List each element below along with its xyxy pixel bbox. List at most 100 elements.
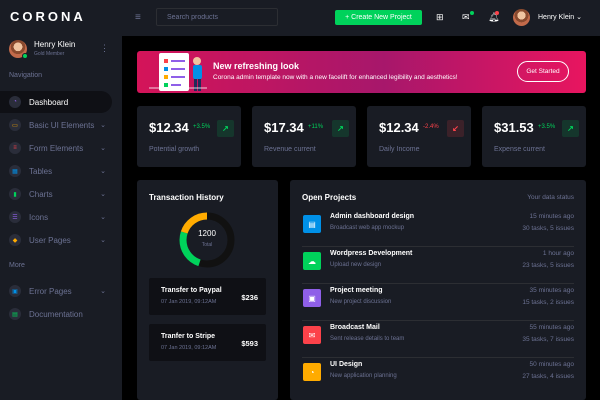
chevron-down-icon: ⌄ [100, 214, 106, 221]
stat-card: $17.34 +11% ↗ Revenue current [252, 106, 356, 167]
transaction-amount: $593 [241, 339, 258, 348]
notification-dot [495, 11, 499, 15]
transaction-item[interactable]: Tranfer to Stripe 07 Jan 2019, 09:12AM $… [149, 324, 266, 361]
transaction-date: 07 Jan 2019, 09:12AM [161, 299, 217, 305]
nav-heading: Navigation [9, 72, 43, 79]
stat-value: $31.53 [494, 120, 534, 135]
arrow-top-right-icon: ↗ [332, 120, 349, 137]
sidebar-item-label: Icons [29, 212, 49, 222]
topbar: ≡ + Create New Project ⊞ ✉ 🔔︎ Henry Klei… [122, 0, 600, 36]
stat-change: +3.5% [193, 124, 211, 130]
project-time: 15 minutes ago [529, 213, 574, 220]
sidebar-item-label: User Pages [29, 235, 71, 245]
contacts-icon: ☰ [9, 211, 21, 223]
card-title: Transaction History [149, 193, 224, 202]
project-row[interactable]: ▣ Project meeting New project discussion… [302, 285, 574, 321]
sidebar-item-form-elements[interactable]: ≡ Form Elements ⌄ [0, 137, 112, 159]
checklist-illustration-icon [149, 53, 207, 91]
project-name: Admin dashboard design [330, 213, 415, 220]
sidebar-item-charts[interactable]: ▮ Charts ⌄ [0, 183, 112, 205]
stat-change: +3.5% [538, 124, 556, 130]
project-time: 1 hour ago [542, 250, 574, 257]
chart-icon: ▮ [9, 188, 21, 200]
project-row[interactable]: ☁ Wordpress Development Upload new desig… [302, 248, 574, 284]
project-description: Broadcast web app mockup [330, 225, 405, 231]
sidebar-item-basic-ui[interactable]: ▭ Basic UI Elements ⌄ [0, 114, 112, 136]
stat-label: Expense current [494, 146, 545, 153]
stat-value: $12.34 [149, 120, 189, 135]
sidebar-item-label: Dashboard [29, 97, 69, 107]
sidebar-item-label: Form Elements [29, 143, 84, 153]
menu-icon[interactable]: ≡ [135, 12, 141, 23]
cloud-download-icon: ☁ [303, 252, 321, 270]
donut-total-label: Total [201, 242, 213, 248]
transaction-item[interactable]: Transfer to Paypal 07 Jan 2019, 09:12AM … [149, 278, 266, 315]
chevron-down-icon: ⌄ [100, 145, 106, 152]
arrow-bottom-left-icon: ↙ [447, 120, 464, 137]
project-description: Upload new design [330, 262, 382, 268]
chevron-down-icon: ⌄ [100, 288, 106, 295]
avatar[interactable] [513, 9, 530, 26]
sidebar-item-documentation[interactable]: ▤ Documentation [0, 303, 112, 325]
stat-card: $12.34 -2.4% ↙ Daily Income [367, 106, 471, 167]
project-row[interactable]: ▤ Admin dashboard design Broadcast web a… [302, 211, 574, 247]
more-vertical-icon[interactable]: ⋮ [100, 44, 109, 53]
grid-icon[interactable]: ⊞ [436, 12, 444, 22]
avatar[interactable] [9, 40, 28, 59]
brand-logo[interactable]: CORONA [10, 9, 86, 24]
arrow-top-right-icon: ↗ [217, 120, 234, 137]
transaction-name: Transfer to Paypal [161, 287, 222, 294]
project-meta: 35 tasks, 7 issues [522, 336, 574, 343]
sidebar-item-label: Documentation [29, 309, 83, 319]
sidebar-item-icons[interactable]: ☰ Icons ⌄ [0, 206, 112, 228]
project-name: Wordpress Development [330, 250, 413, 257]
banner-text: Corona admin template now with a new fac… [213, 74, 458, 81]
project-description: New application planning [330, 373, 397, 379]
chevron-down-icon: ⌄ [100, 122, 106, 129]
project-meta: 27 tasks, 4 issues [522, 373, 574, 380]
profile-role: Gold Member [34, 51, 65, 57]
project-meta: 15 tasks, 2 issues [522, 299, 574, 306]
transaction-date: 07 Jan 2019, 09:12AM [161, 345, 217, 351]
transaction-name: Tranfer to Stripe [161, 333, 216, 340]
email-notification-dot [470, 11, 474, 15]
project-description: New project discussion [330, 299, 392, 305]
project-time: 55 minutes ago [529, 324, 574, 331]
project-name: Broadcast Mail [330, 324, 380, 331]
mail-icon: ✉ [303, 326, 321, 344]
playlist-icon: ≡ [9, 142, 21, 154]
stat-label: Revenue current [264, 146, 316, 153]
project-time: 50 minutes ago [529, 361, 574, 368]
sidebar-item-error-pages[interactable]: ▣ Error Pages ⌄ [0, 280, 112, 302]
sidebar-item-label: Tables [29, 166, 53, 176]
stat-value: $12.34 [379, 120, 419, 135]
sidebar-item-tables[interactable]: ▦ Tables ⌄ [0, 160, 112, 182]
donut-total-value: 1200 [198, 229, 216, 238]
search-input[interactable] [156, 8, 278, 26]
stat-label: Daily Income [379, 146, 420, 153]
project-meta: 23 tasks, 5 issues [522, 262, 574, 269]
online-status-dot [22, 53, 28, 59]
get-started-button[interactable]: Get Started [517, 61, 569, 82]
transaction-history-card: Transaction History 1200 Total Transfer … [137, 180, 278, 400]
project-description: Sent release details to team [330, 336, 405, 342]
user-name: Henry Klein [538, 14, 575, 21]
stat-change: +11% [308, 124, 324, 130]
security-icon: ◆ [9, 234, 21, 246]
donut-chart [179, 212, 235, 268]
sidebar-item-label: Charts [29, 189, 53, 199]
sidebar-item-user-pages[interactable]: ◆ User Pages ⌄ [0, 229, 112, 251]
project-time: 35 minutes ago [529, 287, 574, 294]
banner-title: New refreshing look [213, 61, 300, 71]
chevron-down-icon: ⌄ [100, 191, 106, 198]
more-heading: More [9, 262, 25, 269]
create-project-button[interactable]: + Create New Project [335, 10, 422, 25]
stat-value: $17.34 [264, 120, 304, 135]
email-icon[interactable]: ✉ [462, 12, 470, 22]
project-row[interactable]: ◔ UI Design New application planning 50 … [302, 359, 574, 395]
user-menu[interactable]: Henry Klein ⌄ [538, 13, 582, 21]
sidebar-item-label: Error Pages [29, 286, 72, 296]
card-subtitle: Your data status [527, 194, 574, 201]
project-row[interactable]: ✉ Broadcast Mail Sent release details to… [302, 322, 574, 358]
sidebar-item-dashboard[interactable]: ◔ Dashboard [0, 91, 112, 113]
